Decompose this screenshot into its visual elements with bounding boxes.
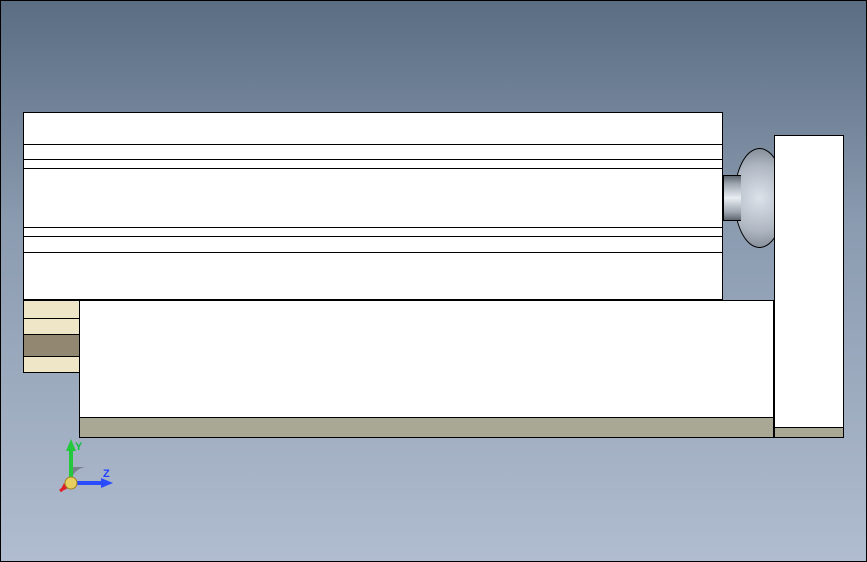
- finger-row: [23, 334, 80, 357]
- upper-edge-line: [23, 168, 723, 169]
- upper-edge-line: [23, 236, 723, 237]
- z-axis-label: Z: [103, 468, 110, 480]
- upper-edge-line: [23, 144, 723, 145]
- upper-block: [23, 112, 723, 300]
- upper-edge-line: [23, 159, 723, 160]
- orientation-triad[interactable]: Y Z: [51, 439, 121, 509]
- finger-row: [23, 356, 80, 373]
- cad-viewport[interactable]: Y Z: [0, 0, 867, 562]
- triad-svg: Y Z: [51, 439, 121, 509]
- y-axis-label: Y: [75, 441, 83, 453]
- lower-block-footer: [79, 417, 774, 438]
- right-column-footer: [774, 427, 844, 438]
- finger-row: [23, 318, 80, 335]
- upper-edge-line: [23, 227, 723, 228]
- model-group: [1, 1, 867, 562]
- shaft-cylinder: [723, 175, 741, 221]
- right-column-body: [774, 135, 844, 428]
- upper-edge-line: [23, 252, 723, 253]
- lower-block-body: [79, 300, 774, 418]
- finger-row: [23, 300, 80, 319]
- triad-origin-icon: [65, 477, 77, 489]
